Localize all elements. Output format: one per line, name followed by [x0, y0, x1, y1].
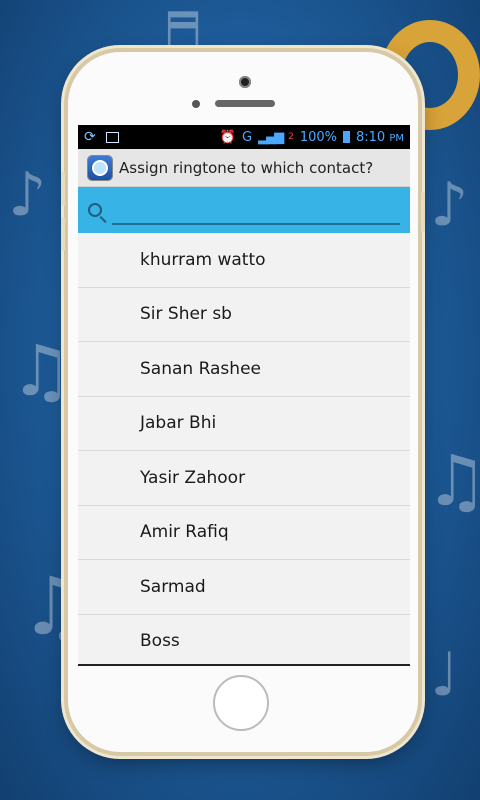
power-button: [421, 192, 425, 232]
sim-slot-indicator: 2: [288, 132, 294, 142]
app-icon: [88, 155, 112, 180]
music-note-icon: ♩: [430, 640, 459, 710]
image-icon: [105, 131, 119, 143]
music-note-icon: ♪: [8, 160, 47, 230]
phone-frame: ⟳ ⏰ G ▂▄▆ 2 100% 8:10 PM Assign ringtone…: [61, 52, 425, 752]
contact-list: khurram watto Sir Sher sb Sanan Rashee J…: [78, 233, 410, 664]
proximity-sensor: [192, 100, 200, 108]
screen-bottom-edge: [78, 664, 410, 666]
network-type: G: [242, 129, 253, 145]
dialog-title-bar: Assign ringtone to which contact?: [78, 149, 410, 187]
contact-item[interactable]: Sarmad: [78, 560, 410, 615]
phone-screen: ⟳ ⏰ G ▂▄▆ 2 100% 8:10 PM Assign ringtone…: [78, 125, 410, 664]
contact-item[interactable]: Sanan Rashee: [78, 342, 410, 397]
dialog-title: Assign ringtone to which contact?: [119, 158, 374, 177]
battery-percent: 100%: [299, 129, 337, 145]
volume-button: [61, 172, 65, 206]
music-note-icon: ♪: [430, 170, 469, 240]
alarm-icon: ⏰: [219, 129, 236, 145]
clock: 8:10 PM: [356, 130, 404, 145]
search-bar: [78, 187, 410, 233]
contact-item[interactable]: khurram watto: [78, 233, 410, 288]
sync-icon: ⟳: [84, 129, 96, 145]
signal-icon: ▂▄▆: [258, 129, 284, 145]
contact-item[interactable]: Jabar Bhi: [78, 396, 410, 451]
contact-item[interactable]: Amir Rafiq: [78, 505, 410, 560]
status-bar: ⟳ ⏰ G ▂▄▆ 2 100% 8:10 PM: [78, 125, 410, 149]
volume-button: [61, 217, 65, 251]
clock-ampm: PM: [389, 132, 404, 144]
clock-time: 8:10: [355, 129, 386, 145]
contact-item[interactable]: Boss: [78, 614, 410, 664]
contact-item[interactable]: Yasir Zahoor: [78, 451, 410, 506]
home-button[interactable]: [213, 675, 269, 731]
search-input[interactable]: [112, 191, 400, 225]
music-note-icon: ♫: [425, 440, 480, 522]
music-note-icon: ♫: [10, 330, 73, 412]
search-icon[interactable]: [88, 203, 107, 224]
front-camera-icon: [239, 76, 251, 88]
earpiece-speaker: [215, 100, 275, 107]
battery-icon: [342, 131, 350, 143]
contact-item[interactable]: Sir Sher sb: [78, 287, 410, 342]
